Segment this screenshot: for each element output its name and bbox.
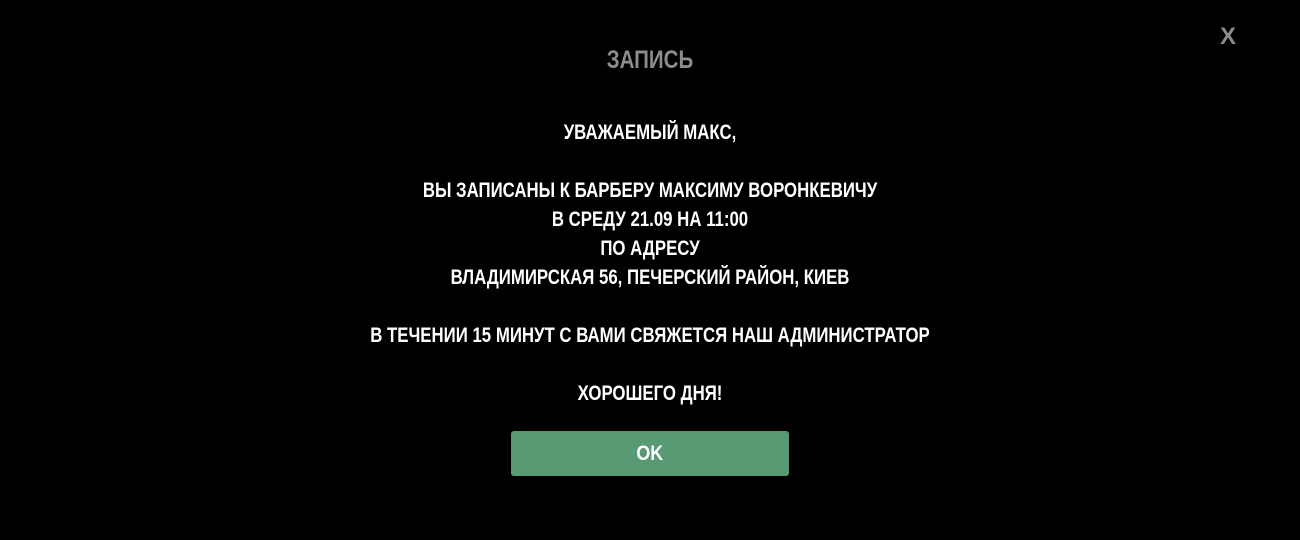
address-label-text: ПО АДРЕСУ xyxy=(600,237,700,260)
close-button[interactable]: X xyxy=(1216,22,1240,52)
address-text: ВЛАДИМИРСКАЯ 56, ПЕЧЕРСКИЙ РАЙОН, КИЕВ xyxy=(450,266,850,289)
farewell-text: ХОРОШЕГО ДНЯ! xyxy=(577,382,723,405)
booking-confirmation-dialog: X ЗАПИСЬ УВАЖАЕМЫЙ МАКС, ВЫ ЗАПИСАНЫ К Б… xyxy=(0,0,1300,540)
booking-text: ВЫ ЗАПИСАНЫ К БАРБЕРУ МАКСИМУ ВОРОНКЕВИЧ… xyxy=(422,179,878,202)
contact-text: В ТЕЧЕНИИ 15 МИНУТ С ВАМИ СВЯЖЕТСЯ НАШ А… xyxy=(370,324,930,347)
datetime-text: В СРЕДУ 21.09 НА 11:00 xyxy=(551,208,749,231)
greeting-text: УВАЖАЕМЫЙ МАКС, xyxy=(563,121,737,144)
dialog-message: УВАЖАЕМЫЙ МАКС, ВЫ ЗАПИСАНЫ К БАРБЕРУ МА… xyxy=(0,118,1300,408)
ok-button-label: OK xyxy=(636,442,664,465)
ok-button[interactable]: OK xyxy=(511,431,789,476)
dialog-title: ЗАПИСЬ xyxy=(606,46,694,74)
